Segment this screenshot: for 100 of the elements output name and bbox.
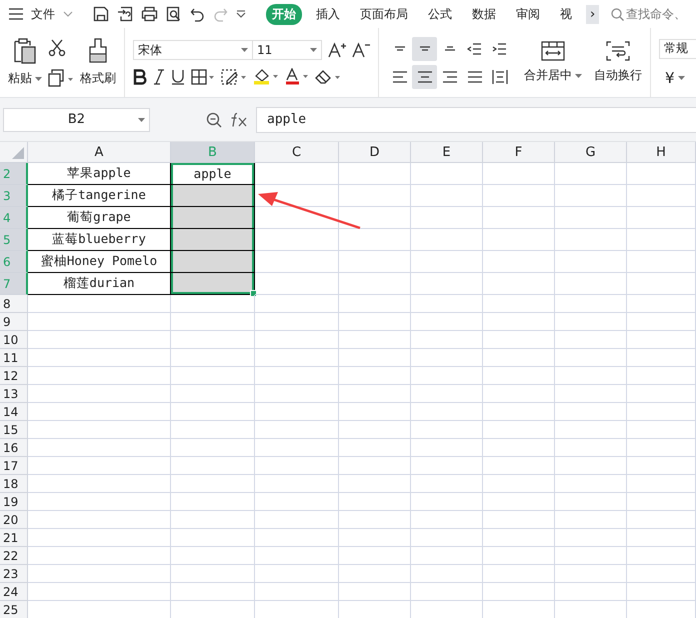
row-header[interactable]: 12 [0, 367, 28, 385]
table-cell [555, 163, 627, 185]
formula-field[interactable]: apple [256, 106, 696, 132]
font-color-icon[interactable] [285, 68, 309, 85]
name-box[interactable]: B2 [3, 108, 150, 132]
zoom-icon[interactable] [206, 112, 222, 128]
wrap-text-button[interactable]: 自动换行 [594, 41, 642, 84]
font-size-select[interactable]: 11 [252, 40, 322, 60]
table-cell [411, 163, 483, 185]
table-cell [411, 439, 483, 457]
row-header[interactable]: 15 [0, 421, 28, 439]
ribbon-tab[interactable]: 插入 [310, 4, 346, 24]
table-cell [627, 583, 696, 601]
ribbon-tab[interactable]: 页面布局 [354, 4, 414, 24]
row-header[interactable]: 20 [0, 511, 28, 529]
column-header[interactable]: F [483, 142, 555, 163]
clipboard-icon [14, 38, 36, 64]
row-header[interactable]: 17 [0, 457, 28, 475]
row-header[interactable]: 9 [0, 313, 28, 331]
ribbon-tab[interactable]: 数据 [466, 4, 502, 24]
merge-center-button[interactable]: 合并居中 [524, 41, 582, 84]
cell-style-icon[interactable] [221, 68, 247, 84]
table-cell [555, 229, 627, 251]
table-cell [483, 565, 555, 583]
column-header[interactable]: A [28, 142, 171, 163]
underline-icon[interactable] [171, 68, 185, 84]
table-cell [483, 251, 555, 273]
row-header[interactable]: 8 [0, 295, 28, 313]
copy-icon[interactable] [48, 68, 74, 86]
table-cell [555, 565, 627, 583]
row-header[interactable]: 13 [0, 385, 28, 403]
align-button[interactable] [412, 64, 437, 88]
row-header[interactable]: 19 [0, 493, 28, 511]
fill-handle[interactable] [250, 290, 257, 297]
chevron-down-icon[interactable] [63, 11, 73, 17]
row-header[interactable]: 25 [0, 601, 28, 618]
column-header[interactable]: C [255, 142, 339, 163]
bold-icon[interactable] [133, 68, 147, 84]
ribbon-tab[interactable]: 审阅 [510, 4, 546, 24]
borders-icon[interactable] [191, 68, 215, 84]
table-cell [339, 251, 411, 273]
ribbon-tab[interactable]: 视 [554, 4, 578, 24]
function-icon[interactable] [230, 112, 248, 128]
file-menu[interactable]: 文件 [31, 6, 55, 22]
caret-icon[interactable] [678, 76, 685, 80]
table-cell [555, 421, 627, 439]
row-header[interactable]: 10 [0, 331, 28, 349]
table-cell [339, 439, 411, 457]
shrink-font-icon[interactable] [352, 42, 370, 58]
table-cell [339, 163, 411, 185]
number-format-select[interactable]: 常规 [659, 38, 696, 58]
table-cell [483, 349, 555, 367]
more-tabs-button[interactable]: › [586, 4, 600, 24]
table-cell [627, 349, 696, 367]
align-icon [467, 42, 482, 54]
table-cell [411, 251, 483, 273]
eraser-icon[interactable] [315, 68, 341, 84]
fill-color-icon[interactable] [253, 68, 279, 85]
table-cell [411, 313, 483, 331]
table-cell [627, 493, 696, 511]
table-cell [483, 421, 555, 439]
ribbon-tab[interactable]: 公式 [422, 4, 458, 24]
table-cell [339, 457, 411, 475]
font-name-select[interactable]: 宋体 [133, 40, 253, 60]
paintbrush-icon [87, 38, 109, 64]
scissors-icon[interactable] [48, 38, 66, 56]
print-icon[interactable] [141, 6, 158, 22]
table-cell [339, 273, 411, 295]
row-header[interactable]: 16 [0, 439, 28, 457]
currency-button[interactable]: ¥ [659, 68, 675, 86]
column-header[interactable]: G [555, 142, 627, 163]
grow-font-icon[interactable] [328, 42, 346, 58]
table-cell [411, 229, 483, 251]
row-header[interactable]: 18 [0, 475, 28, 493]
caret-icon [35, 76, 42, 80]
undo-icon[interactable] [190, 6, 205, 22]
menu-icon[interactable] [9, 8, 23, 20]
table-cell [555, 331, 627, 349]
save-icon[interactable] [93, 6, 109, 22]
table-cell [411, 385, 483, 403]
row-header[interactable]: 23 [0, 565, 28, 583]
table-cell [339, 385, 411, 403]
export-icon[interactable] [117, 6, 133, 22]
paste-button[interactable]: 粘贴 [8, 38, 42, 87]
row-header[interactable]: 22 [0, 547, 28, 565]
table-cell [555, 185, 627, 207]
italic-icon[interactable] [153, 68, 165, 84]
column-header[interactable]: H [627, 142, 696, 163]
row-header[interactable]: 24 [0, 583, 28, 601]
column-header[interactable]: E [411, 142, 483, 163]
table-cell [627, 251, 696, 273]
row-header[interactable]: 21 [0, 529, 28, 547]
format-painter-button[interactable]: 格式刷 [80, 38, 116, 87]
print-preview-icon[interactable] [166, 6, 182, 22]
table-cell [555, 529, 627, 547]
column-header[interactable]: D [339, 142, 411, 163]
row-header[interactable]: 14 [0, 403, 28, 421]
dropdown-icon[interactable] [236, 10, 246, 18]
align-button[interactable] [412, 36, 437, 60]
row-header[interactable]: 11 [0, 349, 28, 367]
